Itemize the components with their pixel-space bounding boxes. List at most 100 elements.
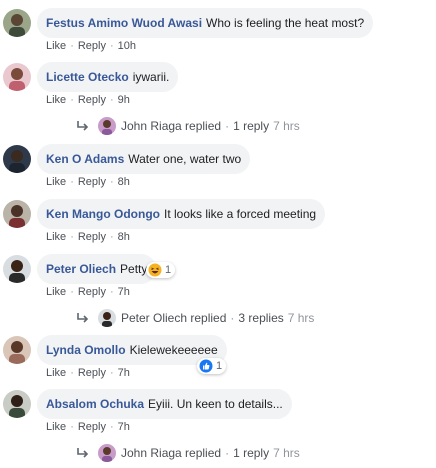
like-link[interactable]: Like bbox=[46, 94, 66, 106]
like-link[interactable]: Like bbox=[46, 176, 66, 188]
replier-avatar bbox=[98, 309, 116, 327]
separator: · bbox=[225, 119, 230, 133]
timestamp[interactable]: 8h bbox=[118, 231, 130, 243]
comment-bubble: Ken Mango Odongo It looks like a forced … bbox=[37, 199, 326, 229]
separator: · bbox=[109, 286, 114, 298]
replier-avatar bbox=[98, 444, 116, 462]
separator: · bbox=[109, 421, 114, 433]
reply-arrow-icon bbox=[77, 121, 89, 131]
reply-link[interactable]: Reply bbox=[78, 286, 106, 298]
reply-time: 7 hrs bbox=[273, 119, 300, 133]
reply-link[interactable]: Reply bbox=[78, 176, 106, 188]
comment-text: Water one, water two bbox=[128, 152, 242, 166]
view-replies[interactable]: John Riaga replied · 1 reply 7 hrs bbox=[76, 117, 300, 135]
comment-text: Kielewekeeeeee bbox=[129, 343, 218, 357]
reply-link[interactable]: Reply bbox=[78, 367, 106, 379]
avatar-image bbox=[3, 9, 31, 37]
separator: · bbox=[225, 446, 230, 460]
timestamp[interactable]: 7h bbox=[118, 421, 130, 433]
haha-emoji-icon bbox=[148, 263, 162, 277]
comment-actions: Like · Reply · 9h bbox=[46, 94, 130, 106]
reaction-summary[interactable]: 1 bbox=[197, 358, 227, 374]
avatar[interactable] bbox=[3, 145, 31, 173]
separator: · bbox=[230, 311, 235, 325]
comment-bubble: Ken O Adams Water one, water two bbox=[37, 144, 251, 174]
comment-actions: Like · Reply · 8h bbox=[46, 176, 130, 188]
separator: · bbox=[70, 367, 74, 379]
timestamp[interactable]: 7h bbox=[118, 367, 130, 379]
comment-bubble: Festus Amimo Wuod Awasi Who is feeling t… bbox=[37, 8, 374, 38]
like-link[interactable]: Like bbox=[46, 367, 66, 379]
comment-text: Eyiii. Un keen to details... bbox=[148, 397, 283, 411]
comment-text: It looks like a forced meeting bbox=[163, 207, 317, 221]
separator: · bbox=[70, 176, 74, 188]
reply-count[interactable]: 1 reply bbox=[233, 119, 269, 133]
avatar[interactable] bbox=[3, 63, 31, 91]
replier-name[interactable]: John Riaga replied bbox=[121, 119, 221, 133]
comment-bubble: Peter Oliech Petty bbox=[37, 254, 157, 284]
reaction-count: 1 bbox=[216, 360, 223, 372]
avatar-image bbox=[3, 145, 31, 173]
separator: · bbox=[109, 94, 114, 106]
avatar-image bbox=[3, 390, 31, 418]
reply-link[interactable]: Reply bbox=[78, 421, 106, 433]
timestamp[interactable]: 10h bbox=[118, 40, 136, 52]
view-replies[interactable]: John Riaga replied · 1 reply 7 hrs bbox=[76, 444, 300, 462]
reply-time: 7 hrs bbox=[273, 446, 300, 460]
avatar[interactable] bbox=[3, 336, 31, 364]
reaction-summary[interactable]: 1 bbox=[146, 262, 176, 278]
replier-avatar bbox=[98, 117, 116, 135]
avatar-image bbox=[3, 200, 31, 228]
separator: · bbox=[109, 40, 114, 52]
like-link[interactable]: Like bbox=[46, 286, 66, 298]
comment-author[interactable]: Absalom Ochuka bbox=[46, 397, 144, 411]
reply-count[interactable]: 3 replies bbox=[238, 311, 283, 325]
avatar-image bbox=[3, 63, 31, 91]
separator: · bbox=[70, 94, 74, 106]
comment-actions: Like · Reply · 7h bbox=[46, 421, 130, 433]
reply-link[interactable]: Reply bbox=[78, 231, 106, 243]
comment-author[interactable]: Licette Otecko bbox=[46, 70, 129, 84]
like-link[interactable]: Like bbox=[46, 40, 66, 52]
avatar-image bbox=[3, 336, 31, 364]
reply-link[interactable]: Reply bbox=[78, 40, 106, 52]
comment-author[interactable]: Ken O Adams bbox=[46, 152, 124, 166]
comment-text: Petty bbox=[120, 262, 148, 276]
comment-actions: Like · Reply · 7h bbox=[46, 367, 130, 379]
reply-arrow-icon bbox=[77, 313, 89, 323]
comment-actions: Like · Reply · 8h bbox=[46, 231, 130, 243]
comment-bubble: Absalom Ochuka Eyiii. Un keen to details… bbox=[37, 389, 292, 419]
separator: · bbox=[109, 231, 114, 243]
reply-arrow-icon bbox=[77, 448, 89, 458]
avatar[interactable] bbox=[3, 390, 31, 418]
comment-actions: Like · Reply · 7h bbox=[46, 286, 130, 298]
comment-author[interactable]: Peter Oliech bbox=[46, 262, 116, 276]
like-thumb-icon bbox=[199, 359, 213, 373]
timestamp[interactable]: 8h bbox=[118, 176, 130, 188]
comment-author[interactable]: Ken Mango Odongo bbox=[46, 207, 160, 221]
avatar[interactable] bbox=[3, 200, 31, 228]
separator: · bbox=[109, 367, 114, 379]
separator: · bbox=[70, 40, 74, 52]
timestamp[interactable]: 9h bbox=[118, 94, 130, 106]
replier-name[interactable]: John Riaga replied bbox=[121, 446, 221, 460]
reply-time: 7 hrs bbox=[287, 311, 315, 325]
comment-author[interactable]: Lynda Omollo bbox=[46, 343, 126, 357]
like-link[interactable]: Like bbox=[46, 231, 66, 243]
timestamp[interactable]: 7h bbox=[118, 286, 130, 298]
reply-link[interactable]: Reply bbox=[78, 94, 106, 106]
avatar[interactable] bbox=[3, 255, 31, 283]
view-replies[interactable]: Peter Oliech replied · 3 replies 7 hrs bbox=[76, 309, 314, 327]
replier-name[interactable]: Peter Oliech replied bbox=[121, 311, 226, 325]
reply-count[interactable]: 1 reply bbox=[233, 446, 269, 460]
separator: · bbox=[70, 286, 74, 298]
comment-bubble: Licette Otecko iywarii. bbox=[37, 62, 179, 92]
separator: · bbox=[70, 231, 74, 243]
reaction-count: 1 bbox=[165, 264, 172, 276]
comment-author[interactable]: Festus Amimo Wuod Awasi bbox=[46, 16, 202, 30]
comment-text: Who is feeling the heat most? bbox=[206, 16, 365, 30]
comment-text: iywarii. bbox=[132, 70, 170, 84]
avatar-image bbox=[3, 255, 31, 283]
like-link[interactable]: Like bbox=[46, 421, 66, 433]
avatar[interactable] bbox=[3, 9, 31, 37]
